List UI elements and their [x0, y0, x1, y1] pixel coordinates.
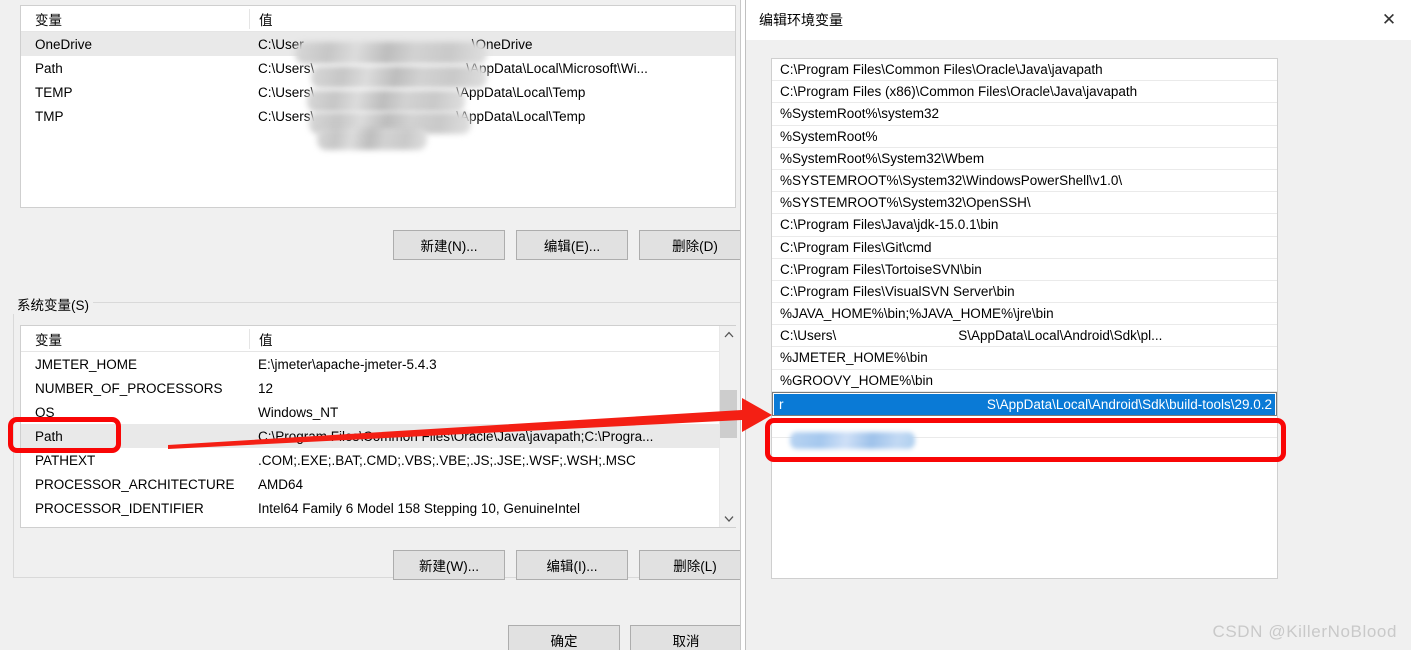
user-variables-rows: OneDrive C:\User \OneDrive Path C:\Users\ \Ap… [21, 32, 735, 128]
user-variable-name: TEMP [35, 84, 73, 100]
system-new-button[interactable]: 新建(W)... [393, 550, 505, 580]
system-variable-name: PROCESSOR_ARCHITECTURE [35, 476, 235, 492]
path-entry-row[interactable]: %SYSTEMROOT%\System32\OpenSSH\ [772, 192, 1277, 215]
system-variable-name: JMETER_HOME [35, 356, 138, 372]
user-new-button[interactable]: 新建(N)... [393, 230, 505, 260]
scrollbar-thumb[interactable] [720, 390, 737, 438]
system-variable-name: PATHEXT [35, 452, 96, 468]
path-entry-row[interactable]: %SYSTEMROOT%\System32\WindowsPowerShell\… [772, 170, 1277, 193]
system-variable-value: 6 [249, 525, 735, 528]
path-entry-row[interactable]: C:\Program Files\Git\cmd [772, 237, 1277, 259]
path-entry-row[interactable]: %JAVA_HOME%\bin;%JAVA_HOME%\jre\bin [772, 303, 1277, 326]
system-variable-value: Intel64 Family 6 Model 158 Stepping 10, … [258, 500, 580, 516]
system-variable-row[interactable]: OS Windows_NT [21, 400, 735, 424]
screenshot-root: 变量 值 OneDrive C:\User \OneDrive Path C:\User… [0, 0, 1411, 650]
system-variable-row[interactable]: PROCESSOR_ARCHITECTURE AMD64 [21, 472, 735, 496]
system-variable-name: PROCESSOR_LEVEL [21, 525, 249, 528]
system-variable-row[interactable]: PROCESSOR_IDENTIFIER Intel64 Family 6 Mod… [21, 496, 735, 520]
edit-environment-variable-dialog: 编辑环境变量 ✕ C:\Program Files\Common Files\O… [745, 0, 1411, 650]
user-variable-name: Path [35, 60, 63, 76]
value-suffix: \OneDrive [471, 36, 533, 52]
user-variables-list[interactable]: 变量 值 OneDrive C:\User \OneDrive Path C:\User… [20, 5, 736, 208]
system-variable-value: E:\jmeter\apache-jmeter-5.4.3 [258, 356, 437, 372]
system-variables-header: 变量 值 [21, 326, 735, 352]
system-variable-row[interactable]: PROCESSOR_LEVEL6 [21, 520, 735, 528]
system-variable-name: NUMBER_OF_PROCESSORS [35, 380, 223, 396]
path-suffix: S\AppData\Local\Android\Sdk\pl... [958, 328, 1163, 344]
value-prefix: C:\Users\ [258, 84, 315, 100]
path-entry-row[interactable]: C:\Program Files\Java\jdk-15.0.1\bin [772, 214, 1277, 237]
system-variable-row[interactable]: PATHEXT .COM;.EXE;.BAT;.CMD;.VBS;.VBE;.JS… [21, 448, 735, 472]
path-entry-row[interactable]: C:\Program Files\TortoiseSVN\bin [772, 259, 1277, 281]
system-variable-row[interactable]: Path C:\Program Files\Common Files\Oracle… [21, 424, 735, 448]
value-prefix: C:\Users\ [258, 108, 315, 124]
scroll-up-icon[interactable] [720, 326, 737, 343]
user-variable-value: C:\Users\ \AppData\Local\Temp [249, 85, 735, 100]
path-entry-row[interactable]: %JMETER_HOME%\bin [772, 347, 1277, 370]
path-entry-row[interactable]: %SystemRoot%\system32 [772, 103, 1277, 126]
dialog-title: 编辑环境变量 [759, 12, 843, 28]
column-header-value-sys: 值 [249, 328, 735, 349]
back-cancel-button[interactable]: 取消 [630, 625, 740, 650]
path-entry-row[interactable]: %SystemRoot% [772, 126, 1277, 148]
path-entry-row-redacted[interactable]: C:\Users\ S\AppData\Local\Android\Sdk\pl.… [772, 325, 1277, 348]
edit-suffix: S\AppData\Local\Android\Sdk\build-tools\… [986, 396, 1272, 412]
user-edit-button[interactable]: 编辑(E)... [516, 230, 628, 260]
user-variable-row[interactable]: TMP C:\Users\ \AppData\Local\Temp [21, 104, 735, 128]
close-icon[interactable]: ✕ [1366, 0, 1411, 40]
path-rows-container: C:\Program Files\Common Files\Oracle\Jav… [772, 59, 1277, 461]
user-variables-header: 变量 值 [21, 6, 735, 32]
path-entry-row[interactable]: C:\Program Files (x86)\Common Files\Orac… [772, 81, 1277, 104]
system-variable-value: C:\Program Files\Common Files\Oracle\Jav… [258, 428, 654, 444]
column-header-value: 值 [249, 8, 735, 29]
system-variables-list[interactable]: 变量 值 JMETER_HOME E:\jmeter\apache-jmeter-… [20, 325, 736, 528]
path-entry-row[interactable]: %GROOVY_HOME%\bin [772, 370, 1277, 392]
path-entries-list[interactable]: C:\Program Files\Common Files\Oracle\Jav… [771, 58, 1278, 579]
environment-variables-dialog: 变量 值 OneDrive C:\User \OneDrive Path C:\User… [0, 0, 741, 650]
redaction-blur-edit-field [790, 432, 915, 449]
user-variable-value: C:\Users\ \AppData\Local\Temp [249, 109, 735, 124]
column-header-variable-sys: 变量 [35, 332, 62, 348]
system-variable-name: Path [35, 428, 63, 444]
watermark: CSDN @KillerNoBlood [1212, 622, 1397, 641]
back-ok-button[interactable]: 确定 [508, 625, 620, 650]
user-variable-row[interactable]: TEMP C:\Users\ \AppData\Local\Temp [21, 80, 735, 104]
path-entry-edit-field[interactable]: r S\AppData\Local\Android\Sdk\build-tools… [772, 391, 1277, 416]
user-variable-value: C:\Users\ \AppData\Local\Microsoft\Wi... [249, 61, 735, 76]
value-prefix: C:\Users\ [258, 60, 315, 76]
scroll-down-icon[interactable] [720, 510, 737, 527]
system-variable-row[interactable]: JMETER_HOME E:\jmeter\apache-jmeter-5.4.3 [21, 352, 735, 376]
user-variable-name: TMP [35, 108, 64, 124]
system-variable-name: PROCESSOR_IDENTIFIER [35, 500, 204, 516]
user-variable-row[interactable]: OneDrive C:\User \OneDrive [21, 32, 735, 56]
system-delete-button[interactable]: 删除(L) [639, 550, 740, 580]
system-variables-label: 系统变量(S) [13, 294, 93, 314]
system-variable-value: 12 [258, 380, 274, 396]
path-entry-row[interactable]: %SystemRoot%\System32\Wbem [772, 148, 1277, 170]
dialog-titlebar: 编辑环境变量 ✕ [746, 0, 1411, 40]
path-edit-selected-text: r S\AppData\Local\Android\Sdk\build-tools… [774, 393, 1275, 415]
path-prefix: C:\Users\ [780, 328, 837, 344]
system-variables-rows: JMETER_HOME E:\jmeter\apache-jmeter-5.4.3… [21, 352, 735, 528]
path-entry-row[interactable]: C:\Program Files\Common Files\Oracle\Jav… [772, 59, 1277, 82]
user-delete-button[interactable]: 删除(D) [639, 230, 740, 260]
value-prefix: C:\User [258, 36, 304, 52]
value-suffix: \AppData\Local\Temp [456, 108, 586, 124]
system-variables-scrollbar[interactable] [719, 326, 737, 527]
path-entry-row[interactable]: C:\Program Files\VisualSVN Server\bin [772, 281, 1277, 304]
column-header-variable: 变量 [35, 12, 62, 28]
user-variable-name: OneDrive [35, 36, 93, 52]
user-variable-value: C:\User \OneDrive [249, 37, 735, 52]
system-variable-value: Windows_NT [258, 404, 339, 420]
system-edit-button[interactable]: 编辑(I)... [516, 550, 628, 580]
system-variable-value: .COM;.EXE;.BAT;.CMD;.VBS;.VBE;.JS;.JSE;.… [258, 452, 636, 468]
system-variable-value: AMD64 [258, 476, 304, 492]
value-suffix: \AppData\Local\Microsoft\Wi... [466, 60, 648, 76]
edit-prefix: r [779, 396, 784, 412]
value-suffix: \AppData\Local\Temp [456, 84, 586, 100]
user-variable-row[interactable]: Path C:\Users\ \AppData\Local\Microsoft\Wi… [21, 56, 735, 80]
system-variable-name: OS [35, 404, 55, 420]
system-variable-row[interactable]: NUMBER_OF_PROCESSORS 12 [21, 376, 735, 400]
